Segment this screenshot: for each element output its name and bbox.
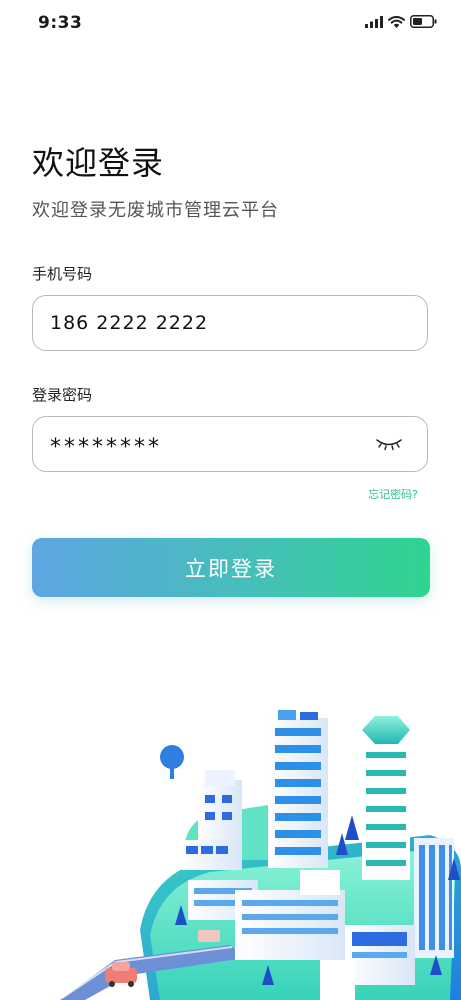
password-label: 登录密码 xyxy=(32,386,93,404)
forgot-password-link[interactable]: 忘记密码? xyxy=(368,486,418,502)
status-bar: 9:33 xyxy=(0,0,461,48)
wifi-icon xyxy=(388,15,405,28)
status-icons xyxy=(365,15,437,28)
password-input-value: ******** xyxy=(50,434,162,460)
password-input[interactable]: ******** xyxy=(32,416,428,472)
phone-label: 手机号码 xyxy=(32,265,93,283)
page-subtitle: 欢迎登录无废城市管理云平台 xyxy=(32,200,279,221)
cellular-signal-icon xyxy=(365,15,383,28)
battery-icon xyxy=(410,15,437,28)
phone-input[interactable]: 186 2222 2222 xyxy=(32,295,428,351)
smart-city-illustration xyxy=(60,710,461,1000)
eye-closed-icon[interactable] xyxy=(376,437,402,451)
status-time: 9:33 xyxy=(38,13,83,33)
login-button[interactable]: 立即登录 xyxy=(32,538,430,597)
phone-input-value: 186 2222 2222 xyxy=(50,312,209,334)
page-title: 欢迎登录 xyxy=(32,144,165,182)
